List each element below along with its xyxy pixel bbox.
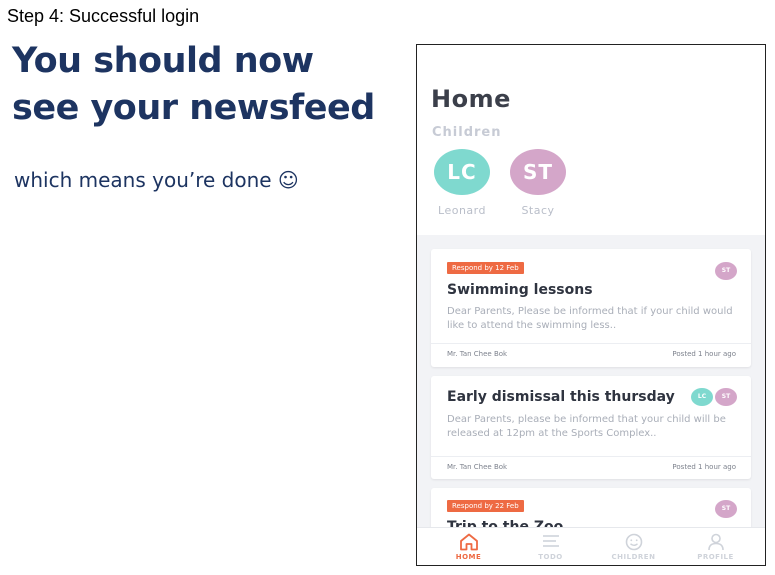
- home-icon: [459, 533, 478, 551]
- tab-label: CHILDREN: [611, 553, 656, 561]
- card-title: Trip to the Zoo: [447, 519, 564, 527]
- avatar: ST: [510, 149, 566, 195]
- home-header: Home Children LC Leonard ST Stacy: [417, 45, 765, 235]
- card-preview: Dear Parents, Please be informed that if…: [447, 306, 733, 331]
- children-section-label: Children: [432, 125, 502, 140]
- child-stacy[interactable]: ST Stacy: [509, 149, 567, 217]
- avatar: LC: [434, 149, 490, 195]
- timestamp: Posted 1 hour ago: [672, 350, 736, 358]
- card-footer: Mr. Tan Chee Bok Posted 1 hour ago: [431, 343, 751, 365]
- phone-screenshot: Home Children LC Leonard ST Stacy Respon…: [416, 44, 766, 566]
- subline: which means you’re done ☺: [14, 168, 299, 192]
- newsfeed[interactable]: Respond by 12 Feb ST Swimming lessons De…: [417, 235, 765, 527]
- feed-card[interactable]: Early dismissal this thursday LC ST Dear…: [431, 376, 751, 479]
- tab-label: PROFILE: [697, 553, 734, 561]
- tab-todo[interactable]: TODO: [507, 528, 594, 565]
- avatar: ST: [715, 262, 737, 280]
- tab-home[interactable]: HOME: [425, 528, 512, 565]
- avatar: LC: [691, 388, 713, 406]
- person-icon: [707, 533, 724, 551]
- page-title: Home: [431, 85, 511, 113]
- tab-profile[interactable]: PROFILE: [672, 528, 759, 565]
- respond-by-badge: Respond by 12 Feb: [447, 262, 524, 274]
- avatar: ST: [715, 388, 737, 406]
- step-label: Step 4: Successful login: [7, 6, 200, 26]
- tab-children[interactable]: CHILDREN: [590, 528, 677, 565]
- respond-by-badge: Respond by 22 Feb: [447, 500, 524, 512]
- tab-label: HOME: [455, 553, 482, 561]
- child-name: Stacy: [521, 204, 555, 217]
- feed-card[interactable]: Respond by 12 Feb ST Swimming lessons De…: [431, 249, 751, 367]
- feed-card[interactable]: Respond by 22 Feb ST Trip to the Zoo: [431, 488, 751, 527]
- headline-line-2: see your newsfeed: [12, 88, 375, 128]
- card-title: Early dismissal this thursday: [447, 389, 675, 405]
- tab-label: TODO: [538, 553, 563, 561]
- author: Mr. Tan Chee Bok: [447, 350, 508, 358]
- list-icon: [542, 535, 559, 547]
- card-title: Swimming lessons: [447, 282, 593, 298]
- timestamp: Posted 1 hour ago: [672, 463, 736, 471]
- child-name: Leonard: [438, 204, 486, 217]
- card-preview: Dear Parents, please be informed that yo…: [447, 414, 726, 439]
- headline: You should now see your newsfeed: [12, 38, 402, 132]
- bottom-tab-bar: HOME TODO CHILDREN PROFILE: [417, 527, 765, 565]
- smiley-icon: [625, 533, 642, 551]
- headline-line-1: You should now: [12, 41, 314, 81]
- author: Mr. Tan Chee Bok: [447, 463, 508, 471]
- card-footer: Mr. Tan Chee Bok Posted 1 hour ago: [431, 456, 751, 478]
- avatar: ST: [715, 500, 737, 518]
- child-leonard[interactable]: LC Leonard: [433, 149, 491, 217]
